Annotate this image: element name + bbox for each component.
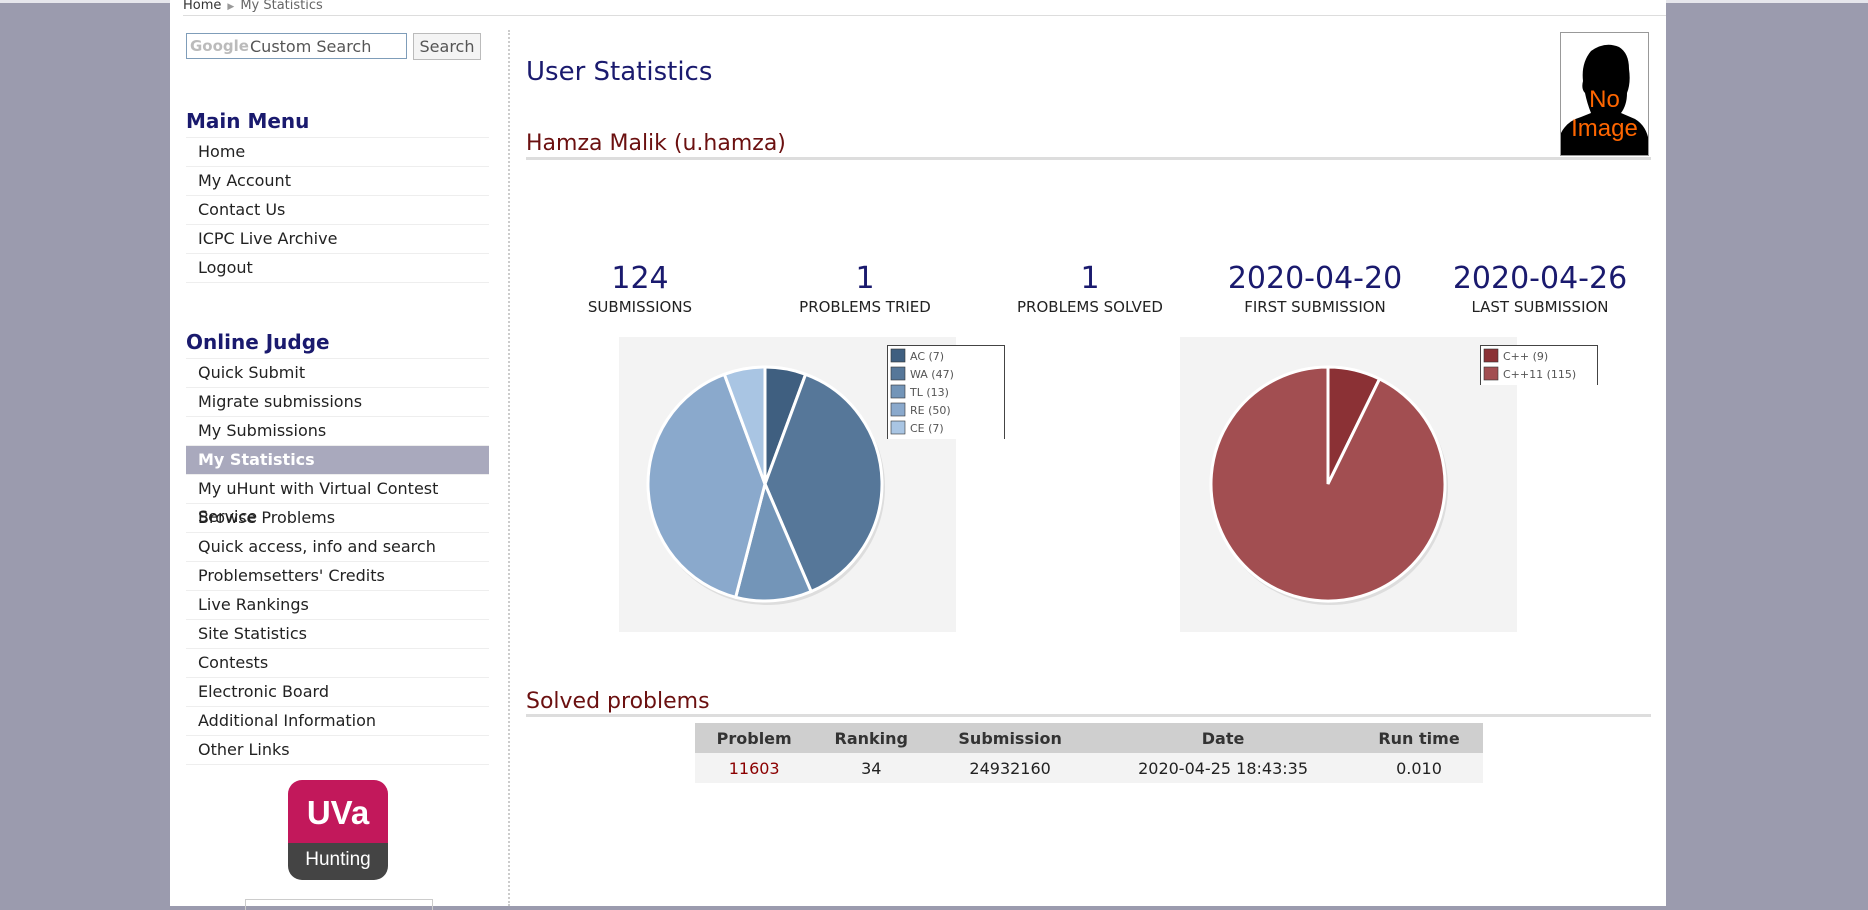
no-image-text: No Image (1571, 86, 1638, 142)
legend-label: RE (50) (910, 404, 951, 417)
sidebar-item-migrate-submissions[interactable]: Migrate submissions (186, 387, 489, 416)
legend-label: CE (7) (910, 422, 944, 435)
stat-label: PROBLEMS TRIED (799, 298, 931, 316)
solved-problems-table: Problem Ranking Submission Date Run time 116… (695, 723, 1483, 783)
sidebar-item-my-statistics[interactable]: My Statistics (186, 445, 489, 474)
legend-label: AC (7) (910, 350, 944, 363)
legend-swatch (890, 420, 906, 435)
legend-label: TL (13) (909, 386, 949, 399)
user-name: Hamza Malik (u.hamza) (526, 131, 786, 156)
online-judge-title: Online Judge (186, 330, 330, 354)
cell-submission: 24932160 (929, 753, 1092, 783)
solved-problems-title: Solved problems (526, 689, 710, 714)
sidebar-item-electronic-board[interactable]: Electronic Board (186, 677, 489, 706)
sidebar-item-quick-submit[interactable]: Quick Submit (186, 358, 489, 387)
solved-divider (526, 714, 1651, 717)
stat-value: 2020-04-26 (1452, 261, 1628, 296)
stat-value: 1 (1080, 261, 1100, 296)
cell-run-time: 0.010 (1355, 753, 1483, 783)
stat-value: 2020-04-20 (1227, 261, 1403, 296)
online-judge-menu: Quick Submit Migrate submissions My Submis… (186, 358, 489, 765)
cell-date: 2020-04-25 18:43:35 (1091, 753, 1356, 783)
sidebar-item-quick-access-info-and-search[interactable]: Quick access, info and search (186, 532, 489, 561)
sidebar-item-my-uhunt-with-virtual-contest-service[interactable]: My uHunt with Virtual Contest Service (186, 474, 489, 526)
language-legend: C++ (9) C++11 (115) (1480, 345, 1598, 385)
logo-bottom-text: Hunting (288, 843, 388, 880)
user-divider (526, 157, 1651, 160)
legend-swatch (1483, 366, 1499, 381)
sidebar-item-browse-problems[interactable]: Browse Problems (186, 503, 489, 532)
search-placeholder: Custom Search (250, 37, 372, 56)
legend-swatch (890, 402, 906, 417)
breadcrumb-current: My Statistics (240, 0, 323, 13)
sidebar-item-site-statistics[interactable]: Site Statistics (186, 619, 489, 648)
language-pie-chart (1209, 365, 1448, 605)
search-button[interactable]: Search (413, 33, 481, 60)
sidebar-item-contests[interactable]: Contests (186, 648, 489, 677)
legend-label: C++ (9) (1503, 350, 1548, 363)
sidebar-item-problemsetters-credits[interactable]: Problemsetters' Credits (186, 561, 489, 590)
main-content: User Statistics No Image Hamza Malik (u.h… (526, 0, 1656, 906)
stat-label: SUBMISSIONS (587, 298, 693, 316)
stat-label: FIRST SUBMISSION (1244, 298, 1386, 316)
table-header-row: Problem Ranking Submission Date Run time (695, 723, 1483, 753)
cell-ranking: 34 (813, 753, 930, 783)
stat-problems-solved: 1 PROBLEMS SOLVED (980, 261, 1200, 316)
legend-swatch (890, 348, 906, 363)
breadcrumb: Home ▶ My Statistics (183, 0, 323, 13)
stat-value: 1 (855, 261, 875, 296)
sidebar-item-live-rankings[interactable]: Live Rankings (186, 590, 489, 619)
column-header-ranking: Ranking (813, 723, 930, 753)
legend-label: C++11 (115) (1503, 368, 1576, 381)
uva-hunting-logo[interactable]: UVa Hunting (288, 780, 388, 880)
legend-swatch (1483, 348, 1499, 363)
sidebar: Google Custom Search Search Main Menu Ho… (170, 20, 505, 910)
column-header-problem: Problem (695, 723, 814, 753)
sidebar-item-home[interactable]: Home (186, 137, 489, 166)
vertical-divider (508, 30, 510, 906)
sidebar-item-additional-information[interactable]: Additional Information (186, 706, 489, 735)
column-header-run-time: Run time (1355, 723, 1483, 753)
language-chart-box (1180, 337, 1517, 632)
avatar: No Image (1560, 32, 1649, 156)
stat-value: 124 (611, 261, 669, 296)
sidebar-item-other-links[interactable]: Other Links (186, 735, 489, 765)
main-menu: Home My Account Contact Us ICPC Live Archiv… (186, 137, 489, 283)
sidebar-item-contact-us[interactable]: Contact Us (186, 195, 489, 224)
main-menu-title: Main Menu (186, 109, 310, 133)
sidebar-item-logout[interactable]: Logout (186, 253, 489, 283)
legend-swatch (890, 384, 906, 399)
stat-label: PROBLEMS SOLVED (1017, 298, 1163, 316)
page-container: Home ▶ My Statistics Google Custom Search … (170, 0, 1666, 910)
page-title: User Statistics (526, 57, 713, 87)
table-row: 11603 34 24932160 2020-04-25 18:43:35 0.010 (695, 753, 1483, 783)
stat-submissions: 124 SUBMISSIONS (530, 261, 750, 316)
stat-first-submission: 2020-04-20 FIRST SUBMISSION (1205, 261, 1425, 316)
legend-label: WA (47) (910, 368, 954, 381)
stat-problems-tried: 1 PROBLEMS TRIED (755, 261, 975, 316)
breadcrumb-home[interactable]: Home (183, 0, 221, 13)
table-body: 11603 34 24932160 2020-04-25 18:43:35 0.010 (695, 753, 1483, 783)
logo-top-text: UVa (288, 780, 388, 843)
stat-label: LAST SUBMISSION (1471, 298, 1609, 316)
column-header-date: Date (1091, 723, 1356, 753)
stat-last-submission: 2020-04-26 LAST SUBMISSION (1430, 261, 1650, 316)
search-input[interactable]: Google Custom Search (186, 33, 407, 59)
column-header-submission: Submission (929, 723, 1092, 753)
legend-swatch (890, 366, 906, 381)
sidebar-bottom-box (245, 899, 433, 910)
problem-link[interactable]: 11603 (695, 753, 814, 783)
sidebar-item-icpc-live-archive[interactable]: ICPC Live Archive (186, 224, 489, 253)
google-logo: Google (190, 37, 249, 55)
pie-slice-c-11-115 (1209, 365, 1447, 603)
verdict-legend: AC (7) WA (47) TL (13) RE (50) CE (7) (887, 345, 1005, 439)
sidebar-item-my-submissions[interactable]: My Submissions (186, 416, 489, 445)
breadcrumb-arrow-icon: ▶ (227, 2, 235, 12)
sidebar-item-my-account[interactable]: My Account (186, 166, 489, 195)
